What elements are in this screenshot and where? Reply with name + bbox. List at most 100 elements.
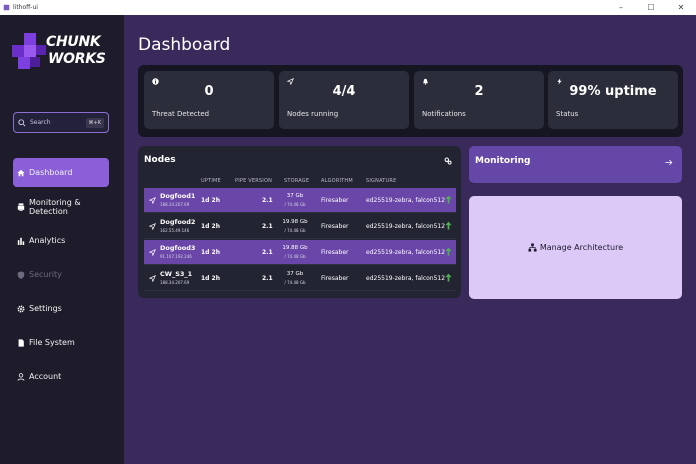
stat-value: 2 — [474, 84, 484, 99]
sidebar-item-label: Account — [29, 372, 62, 381]
node-signature: ed25519-zebra, falcon512 — [366, 197, 446, 204]
brand-line-2: WORKS — [48, 51, 106, 67]
node-signature: ed25519-zebra, falcon512 — [366, 249, 446, 256]
table-row[interactable]: Dogfood3 91.107.192.246 1d 2h 2.1 19.88 … — [144, 240, 456, 265]
arrow-right-icon — [665, 159, 673, 166]
node-storage: 37 Gb — [286, 271, 304, 277]
node-name: CW_S3_1 — [160, 270, 193, 278]
stat-label: Notifications — [422, 110, 466, 118]
nodes-title: Nodes — [144, 155, 176, 165]
nodes-settings-icon[interactable] — [444, 157, 452, 165]
stat-value: 99% uptime — [569, 84, 657, 99]
arrow-up-icon — [445, 221, 452, 230]
logo-cubes-icon — [12, 33, 46, 69]
node-name: Dogfood1 — [160, 192, 196, 200]
stat-label: Status — [556, 110, 579, 118]
column-header-pipe-version[interactable]: PIPE VERSION — [235, 178, 272, 184]
node-algorithm: Firesaber — [321, 197, 349, 204]
search-box[interactable]: Search ⌘+K — [13, 112, 109, 133]
sidebar-item-label: Monitoring & Detection — [29, 197, 81, 216]
sidebar-item-label: Dashboard — [29, 168, 73, 177]
stat-card-threats[interactable]: 0 Threat Detected — [144, 71, 274, 129]
sidebar-item-analytics[interactable]: Analytics — [13, 226, 109, 255]
node-name: Dogfood2 — [160, 218, 196, 226]
file-icon — [18, 338, 24, 347]
sidebar-item-label: File System — [29, 338, 75, 347]
arrow-up-icon — [445, 195, 452, 204]
search-placeholder: Search — [30, 119, 51, 126]
window-title: lithoff-ui — [13, 4, 38, 11]
stat-value: 4/4 — [332, 84, 356, 99]
monitoring-title: Monitoring — [475, 156, 531, 166]
monitoring-card[interactable]: Monitoring — [469, 146, 682, 183]
node-storage-total: / 74.48 Gb — [284, 280, 306, 285]
sidebar-item-label: Security — [29, 270, 62, 279]
stats-panel: 0 Threat Detected 4/4 Nodes running 2 No… — [138, 65, 683, 137]
shield-icon — [17, 270, 25, 279]
node-ip: 188.34.207.69 — [160, 280, 190, 285]
node-algorithm: Firesaber — [321, 249, 349, 256]
stat-label: Threat Detected — [152, 110, 210, 118]
manage-architecture-button[interactable]: Manage Architecture — [469, 196, 682, 299]
node-uptime: 1d 2h — [201, 223, 221, 230]
navigation-icon — [149, 197, 156, 204]
navigation-icon — [149, 223, 156, 230]
node-signature: ed25519-zebra, falcon512 — [366, 223, 446, 230]
table-row[interactable]: CW_S3_1 188.34.207.69 1d 2h 2.1 37 Gb / … — [144, 266, 456, 291]
node-pipe-version: 2.1 — [262, 275, 273, 282]
table-row[interactable]: Dogfood1 188.34.207.69 1d 2h 2.1 37 Gb /… — [144, 188, 456, 213]
column-header-uptime[interactable]: UPTIME — [201, 178, 221, 184]
node-name: Dogfood3 — [160, 244, 196, 252]
sidebar-item-label: Analytics — [29, 236, 66, 245]
stat-card-notifications[interactable]: 2 Notifications — [414, 71, 544, 129]
node-storage-total: / 74.48 Gb — [284, 228, 306, 233]
node-ip: 91.107.192.246 — [160, 254, 192, 259]
node-uptime: 1d 2h — [201, 275, 221, 282]
stat-card-nodes[interactable]: 4/4 Nodes running — [279, 71, 409, 129]
navigation-icon — [149, 249, 156, 256]
search-shortcut: ⌘+K — [85, 117, 104, 128]
stat-card-status[interactable]: 99% uptime Status — [548, 71, 678, 129]
user-icon — [17, 372, 25, 381]
sidebar-item-file-system[interactable]: File System — [13, 328, 109, 357]
navigation-icon — [149, 275, 156, 282]
node-storage: 19.98 Gb — [282, 219, 308, 225]
column-header-signature[interactable]: SIGNATURE — [366, 178, 396, 184]
sidebar-item-settings[interactable]: Settings — [13, 294, 109, 323]
sitemap-icon — [528, 243, 537, 252]
chunkworks-logo[interactable]: CHUNK WORKS — [10, 33, 118, 83]
node-pipe-version: 2.1 — [262, 249, 273, 256]
node-pipe-version: 2.1 — [262, 223, 273, 230]
node-pipe-version: 2.1 — [262, 197, 273, 204]
app-icon — [3, 4, 10, 11]
node-signature: ed25519-zebra, falcon512 — [366, 275, 446, 282]
maximize-button[interactable]: ☐ — [636, 3, 666, 12]
sidebar-item-security[interactable]: Security — [13, 260, 109, 289]
sidebar-item-label: Settings — [29, 304, 62, 313]
sidebar-item-monitoring[interactable]: Monitoring & Detection — [13, 192, 109, 221]
node-algorithm: Firesaber — [321, 275, 349, 282]
node-uptime: 1d 2h — [201, 197, 221, 204]
gear-icon — [17, 305, 25, 312]
close-button[interactable]: ✕ — [666, 3, 696, 12]
sidebar-item-dashboard[interactable]: Dashboard — [13, 158, 109, 187]
node-uptime: 1d 2h — [201, 249, 221, 256]
column-header-algorithm[interactable]: ALGORITHM — [321, 178, 353, 184]
node-storage-total: / 74.48 Gb — [284, 254, 306, 259]
arrow-up-icon — [445, 273, 452, 282]
node-storage-total: / 74.48 Gb — [284, 202, 306, 207]
minimize-button[interactable]: – — [606, 3, 636, 12]
window-titlebar: lithoff-ui – ☐ ✕ — [0, 0, 696, 15]
table-row[interactable]: Dogfood2 162.55.49.146 1d 2h 2.1 19.98 G… — [144, 214, 456, 239]
stat-value: 0 — [204, 84, 214, 99]
column-header-storage[interactable]: STORAGE — [284, 178, 309, 184]
node-ip: 188.34.207.69 — [160, 202, 190, 207]
node-storage: 19.88 Gb — [282, 245, 308, 251]
node-ip: 162.55.49.146 — [160, 228, 190, 233]
arrow-up-icon — [445, 247, 452, 256]
page-title: Dashboard — [138, 35, 231, 55]
sidebar-item-account[interactable]: Account — [13, 362, 109, 391]
nodes-panel: Nodes UPTIME PIPE VERSION STORAGE ALGORI… — [138, 146, 461, 298]
monitor-icon — [17, 202, 25, 211]
home-icon — [17, 169, 25, 176]
